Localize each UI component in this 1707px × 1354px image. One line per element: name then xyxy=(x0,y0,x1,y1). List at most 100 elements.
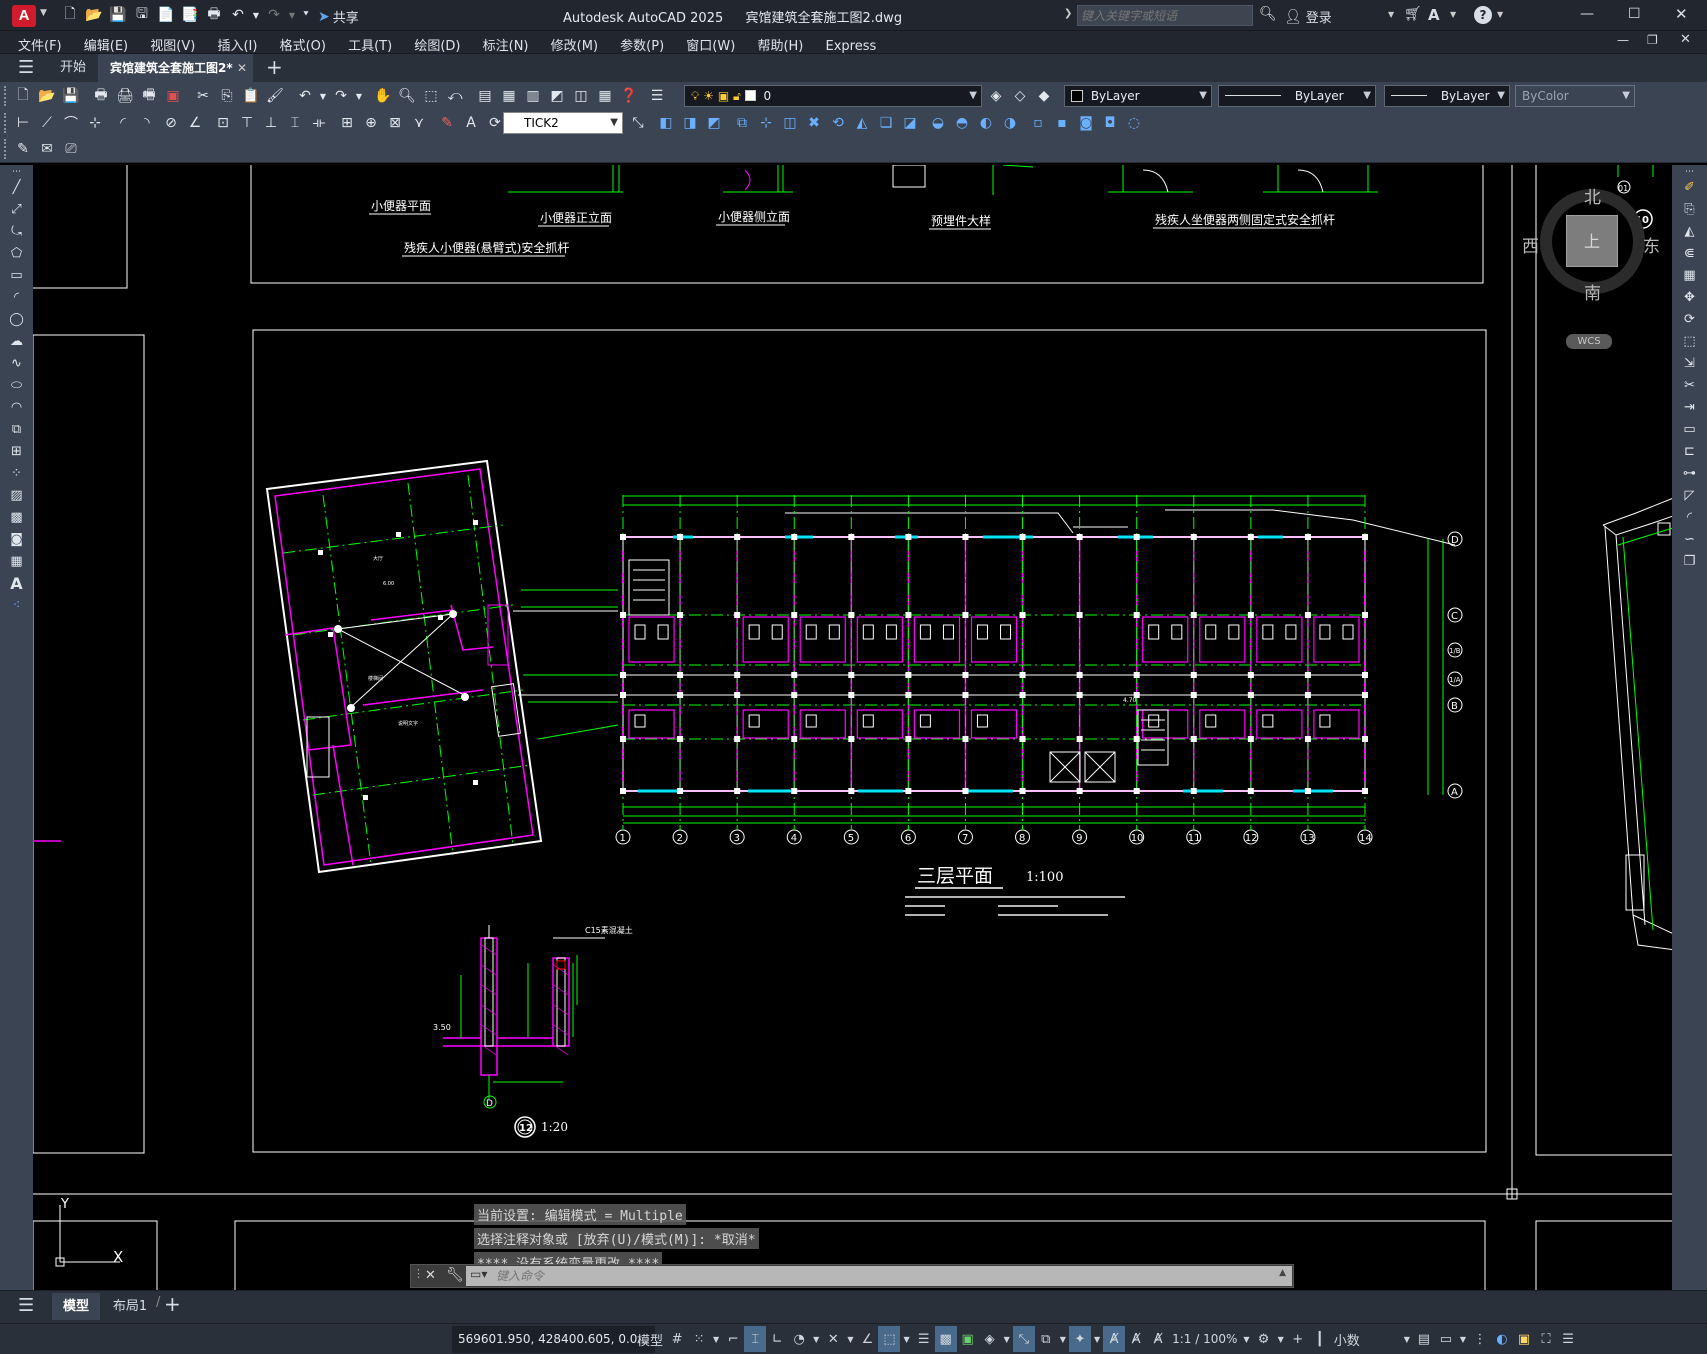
cut-icon[interactable]: ✂ xyxy=(192,85,214,107)
zoom-window-icon[interactable]: ⬚ xyxy=(420,85,442,107)
menu-draw[interactable]: 绘图(D) xyxy=(406,33,470,54)
isodraft-icon[interactable]: ✕ xyxy=(822,1326,844,1352)
3d-osnap-chevron-icon[interactable]: ▼ xyxy=(1001,1326,1013,1352)
units-chevron-icon[interactable]: ▼ xyxy=(1401,1326,1413,1352)
close-button[interactable]: ✕ xyxy=(1675,5,1688,23)
break-at-point-icon[interactable]: ▭ xyxy=(1679,419,1701,441)
extend-icon[interactable]: ⇥ xyxy=(1679,397,1701,419)
command-history-chevron-icon[interactable]: ▲ xyxy=(1279,1268,1286,1278)
imprint-icon[interactable]: ◒ xyxy=(927,112,949,134)
dim-break-icon[interactable]: ⟛ xyxy=(308,112,330,134)
line-icon[interactable]: ╱ xyxy=(6,177,28,199)
scale-icon[interactable]: ⬚ xyxy=(1679,331,1701,353)
search-input[interactable] xyxy=(1077,5,1253,26)
menu-help[interactable]: 帮助(H) xyxy=(749,33,813,54)
continue-dim-icon[interactable]: ⊥ xyxy=(260,112,282,134)
lock-ui-icon[interactable]: ▭ xyxy=(1435,1326,1457,1352)
app-logo-icon[interactable]: A xyxy=(12,5,36,27)
wcs-menu[interactable]: WCS xyxy=(1566,334,1612,349)
object-snap-tracking-icon[interactable]: ∠ xyxy=(856,1326,878,1352)
dynamic-input-icon[interactable]: ⌶ xyxy=(744,1326,767,1352)
annotation-scale-icon[interactable]: Ⱥ xyxy=(1147,1326,1169,1352)
osnap-chevron-icon[interactable]: ▼ xyxy=(900,1326,912,1352)
menu-tools[interactable]: 工具(T) xyxy=(340,33,402,54)
publish-icon[interactable]: 🖷 xyxy=(138,85,160,107)
help-icon[interactable]: ? xyxy=(1474,6,1492,24)
selection-cycling-icon[interactable]: ▣ xyxy=(957,1326,979,1352)
delete-faces-icon[interactable]: ✖ xyxy=(803,112,825,134)
revision-cloud-icon[interactable]: ☁ xyxy=(6,331,28,353)
viewcube-top-face[interactable]: 上 xyxy=(1566,215,1618,267)
polar-tracking-icon[interactable]: ◔ xyxy=(788,1326,810,1352)
annotation-monitor-icon[interactable]: + xyxy=(1287,1326,1309,1352)
subtract-icon[interactable]: ◨ xyxy=(679,112,701,134)
publish-icon[interactable]: 📑 xyxy=(179,4,201,26)
new-icon[interactable]: 🗋 xyxy=(12,85,34,107)
add-layout-button[interactable]: + xyxy=(164,1292,181,1316)
scale-chevron-icon[interactable]: ▼ xyxy=(1240,1326,1252,1352)
copy-icon[interactable]: ⎘ xyxy=(216,85,238,107)
intersect-icon[interactable]: ◩ xyxy=(703,112,725,134)
tolerance-icon[interactable]: ⊞ xyxy=(336,112,358,134)
menu-view[interactable]: 视图(V) xyxy=(142,33,205,54)
workspace-chevron-icon[interactable]: ▼ xyxy=(1275,1326,1287,1352)
iso-chevron-icon[interactable]: ▼ xyxy=(844,1326,856,1352)
jogged-dim-icon[interactable]: ◝ xyxy=(136,112,158,134)
layout-menu-icon[interactable]: ☰ xyxy=(18,1295,34,1316)
angular-dim-icon[interactable]: ∠ xyxy=(184,112,206,134)
join-icon[interactable]: ⊶ xyxy=(1679,463,1701,485)
polyline-icon[interactable]: ⤿ xyxy=(6,221,28,243)
baseline-dim-icon[interactable]: ⊤ xyxy=(236,112,258,134)
lineweight-icon[interactable]: ☰ xyxy=(913,1326,935,1352)
gizmo-icon[interactable]: ✦ xyxy=(1068,1326,1091,1352)
undo-icon[interactable]: ↶ xyxy=(294,85,316,107)
annotation-scale-value[interactable]: 1:1 / 100% xyxy=(1169,1326,1240,1352)
table-icon[interactable]: ▦ xyxy=(6,551,28,573)
selection-filter-icon[interactable]: ⧉ xyxy=(1035,1326,1057,1352)
search-chevron-icon[interactable]: ❯ xyxy=(1064,8,1072,19)
dim-style-icon[interactable]: ⤡ xyxy=(627,112,649,134)
plot-preview-icon[interactable]: 🖨 xyxy=(114,85,136,107)
spline-icon[interactable]: ∿ xyxy=(6,353,28,375)
layer-properties-icon[interactable]: ☰ xyxy=(646,85,668,107)
viewcube-south[interactable]: 南 xyxy=(1584,279,1601,304)
autodesk-app-icon[interactable]: A xyxy=(1428,6,1440,24)
redo-chevron-icon[interactable]: ▼ xyxy=(287,4,297,26)
menu-insert[interactable]: 插入(I) xyxy=(209,33,267,54)
pan-icon[interactable]: ✋ xyxy=(372,85,394,107)
command-prompt-icon[interactable]: ▭▾ xyxy=(470,1267,487,1281)
search-icon[interactable]: 🔍︎ xyxy=(1259,6,1277,22)
viewcube-west[interactable]: 西 xyxy=(1522,232,1539,257)
infer-constraints-icon[interactable]: ⌐ xyxy=(722,1326,744,1352)
aligned-dim-icon[interactable]: ⟋ xyxy=(36,112,58,134)
customize-qat-icon[interactable]: ⯆ xyxy=(299,4,313,26)
zoom-previous-icon[interactable]: ⤺ xyxy=(444,85,466,107)
maximize-button[interactable]: ☐ xyxy=(1628,6,1641,22)
make-block-icon[interactable]: ⊞ xyxy=(6,441,28,463)
new-tab-button[interactable]: + xyxy=(266,55,283,79)
center-mark-icon[interactable]: ⊕ xyxy=(360,112,382,134)
paste-icon[interactable]: 📋 xyxy=(240,85,262,107)
layer-states-icon[interactable]: ◆ xyxy=(1033,85,1055,107)
snap-mode-icon[interactable]: ⁙ xyxy=(688,1326,710,1352)
login-button[interactable]: 👤︎ 登录 xyxy=(1284,7,1332,27)
app-menu-chevron-icon[interactable]: ▼ xyxy=(40,8,47,18)
login-chevron-icon[interactable]: ▼ xyxy=(1388,10,1394,19)
point-icon[interactable]: ⁘ xyxy=(6,463,28,485)
slice-icon[interactable]: ◘ xyxy=(1099,112,1121,134)
isolate-objects-icon[interactable]: ⋮ xyxy=(1469,1326,1491,1352)
filter-chevron-icon[interactable]: ▼ xyxy=(1057,1326,1069,1352)
properties-icon[interactable]: ▤ xyxy=(474,85,496,107)
circle-icon[interactable]: ◯ xyxy=(6,309,28,331)
redo-list-icon[interactable]: ▼ xyxy=(354,85,364,107)
viewcube[interactable]: 上 北 南 西 东 xyxy=(1522,183,1660,304)
tab-active-document[interactable]: 宾馆建筑全套施工图2* ✕ xyxy=(98,54,253,83)
ordinate-dim-icon[interactable]: ⊹ xyxy=(84,112,106,134)
lock-chevron-icon[interactable]: ▼ xyxy=(1457,1326,1469,1352)
linetype-dropdown[interactable]: ByLayer ▼ xyxy=(1218,85,1376,107)
rectangle-icon[interactable]: ▭ xyxy=(6,265,28,287)
help-chevron-icon[interactable]: ▼ xyxy=(1497,10,1503,19)
dimstyle-dropdown[interactable]: TICK2 ▼ xyxy=(503,112,623,134)
layer-dropdown[interactable]: 💡︎ ☀ ▣ 🔓︎ 0 ▼ xyxy=(684,85,982,107)
add-selected-icon[interactable]: ⁖ xyxy=(6,595,28,617)
